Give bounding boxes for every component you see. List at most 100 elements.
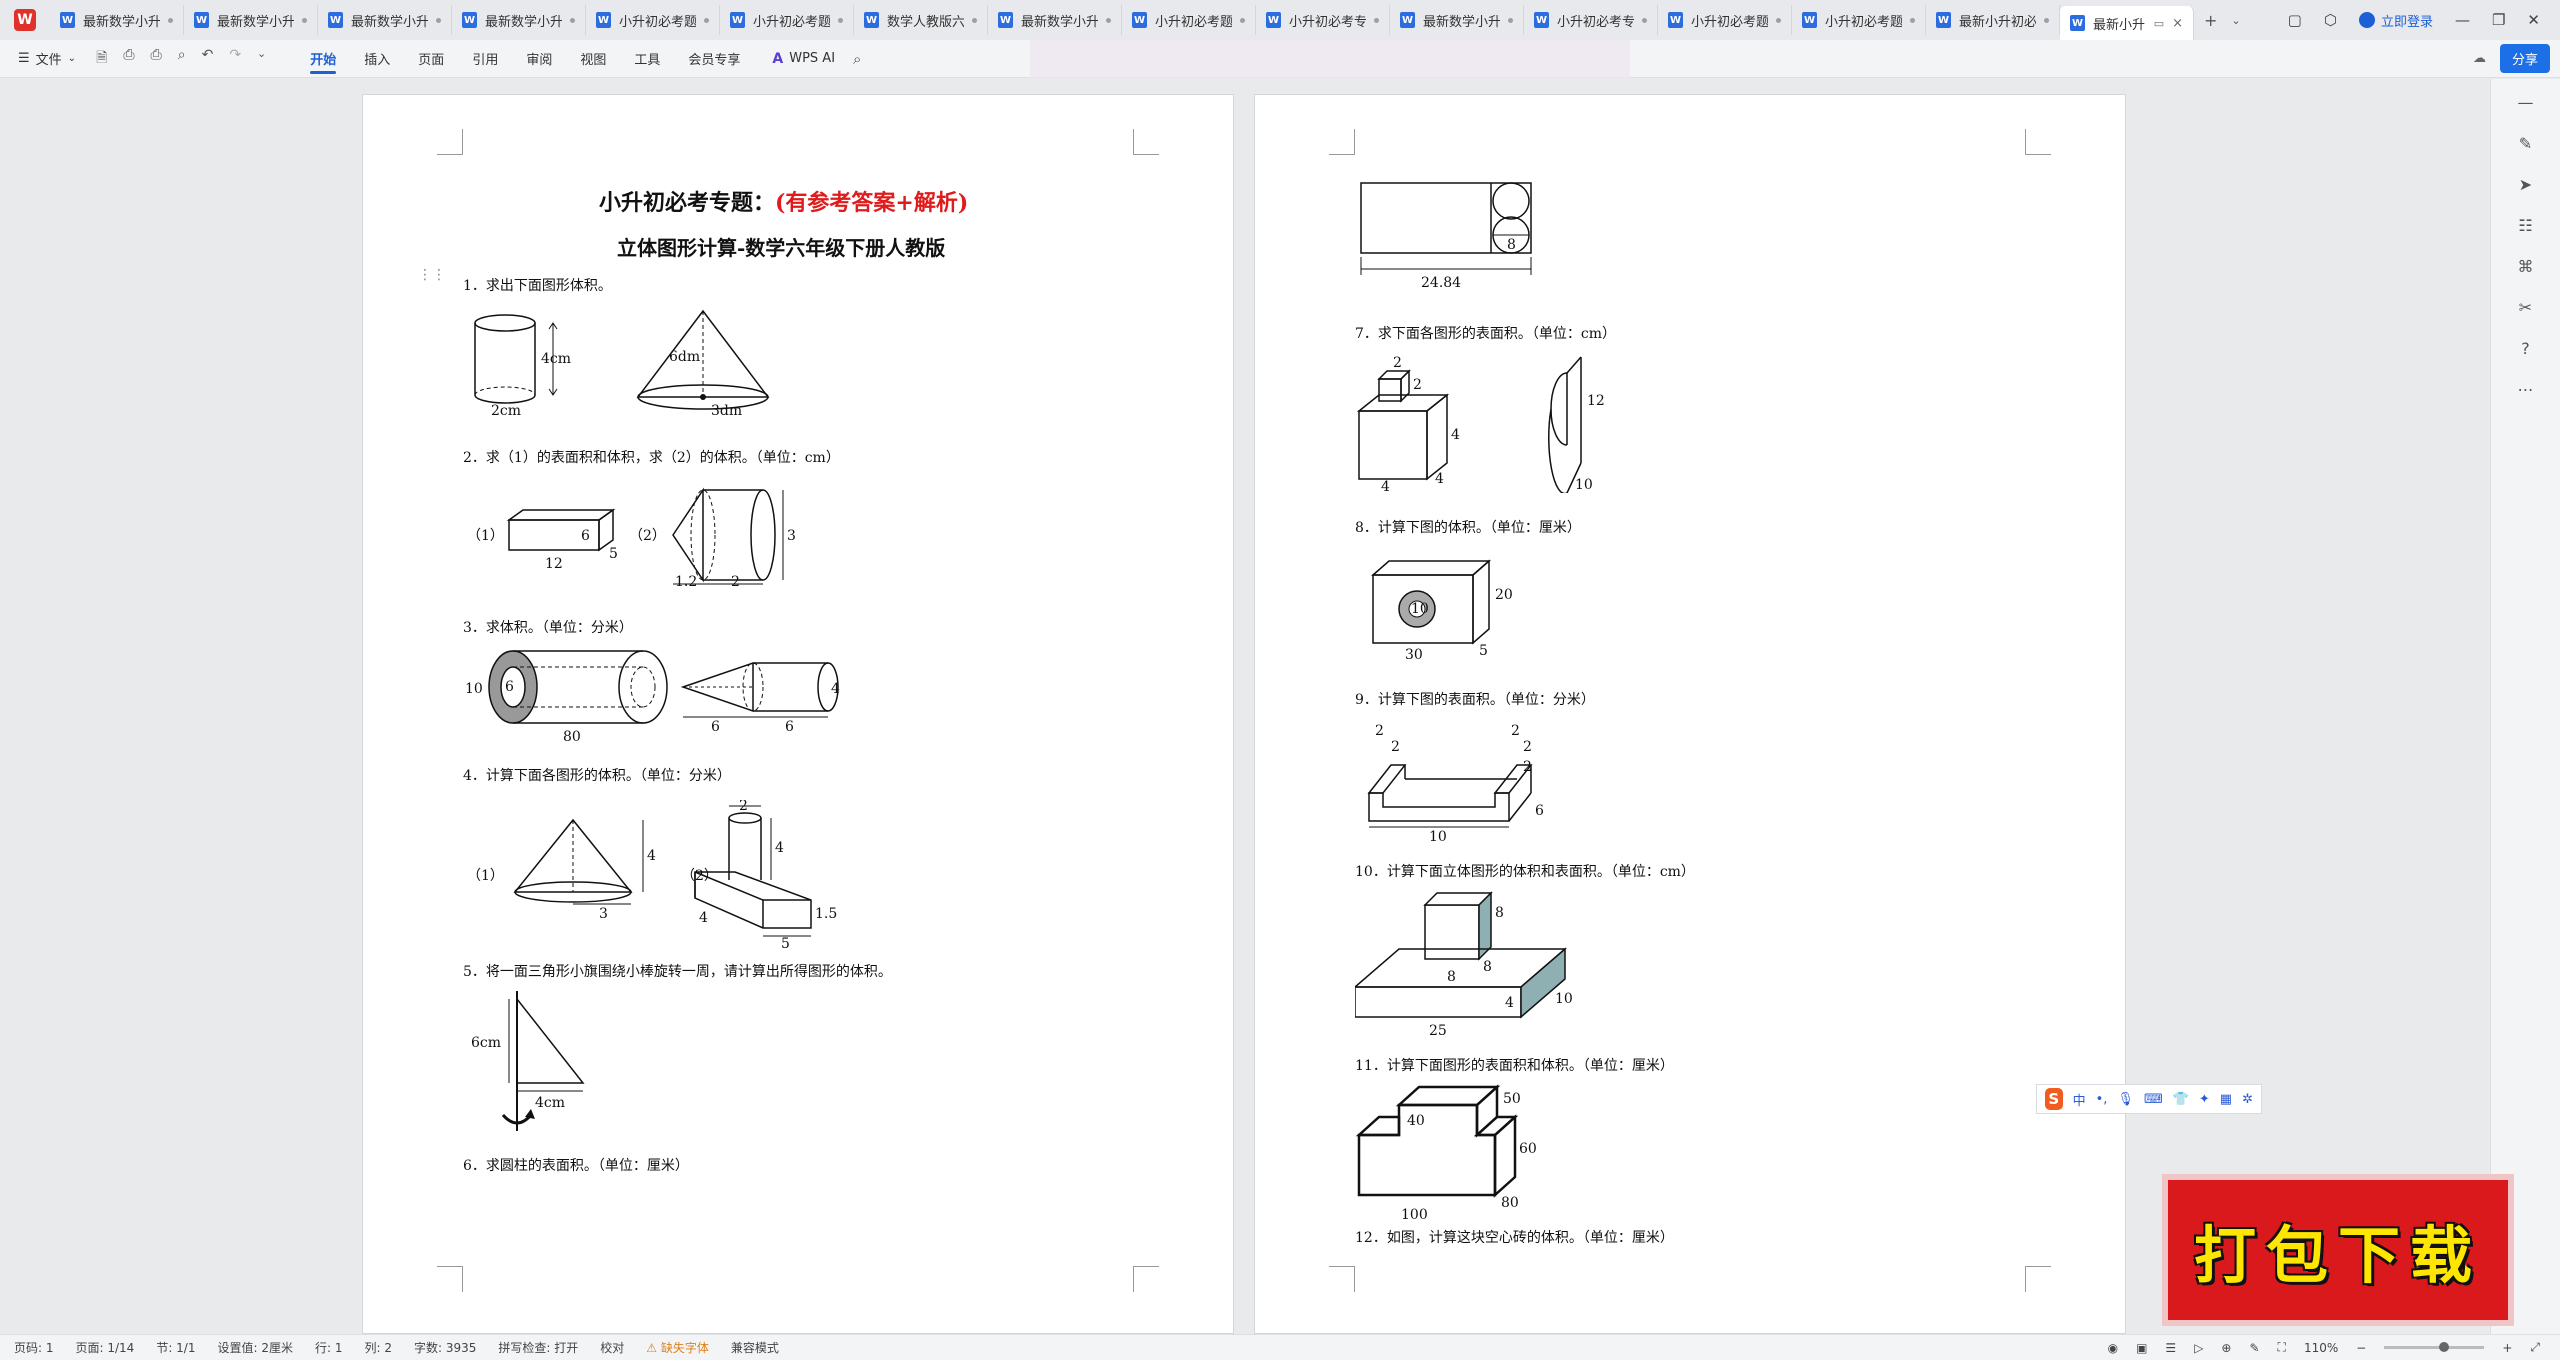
ribbon-menu-item[interactable]: 工具 bbox=[620, 40, 674, 78]
settings-icon[interactable]: ☷ bbox=[2518, 216, 2532, 235]
skin-icon[interactable]: 👕 bbox=[2173, 1092, 2189, 1107]
tab-item[interactable]: W 最新数学小升 bbox=[452, 5, 586, 35]
ribbon-menu-item[interactable]: 审阅 bbox=[512, 40, 566, 78]
eye-icon[interactable]: ◉ bbox=[2108, 1341, 2118, 1355]
edit-icon[interactable]: ✎ bbox=[2249, 1341, 2259, 1355]
game-icon[interactable]: ✦ bbox=[2199, 1092, 2210, 1107]
status-spell[interactable]: 拼写检查: 打开 bbox=[498, 1339, 578, 1356]
tab-item[interactable]: W 小升初必考题型 bbox=[1122, 5, 1256, 35]
zoom-slider[interactable] bbox=[2384, 1342, 2485, 1352]
zoom-level[interactable]: 110% bbox=[2304, 1341, 2338, 1355]
ribbon-menu-item[interactable]: 开始 bbox=[296, 40, 350, 78]
tab-item[interactable]: W 小升初必考专题 bbox=[1524, 5, 1658, 35]
settings-gear-icon[interactable]: ✲ bbox=[2242, 1092, 2253, 1107]
status-words[interactable]: 字数: 3935 bbox=[414, 1339, 476, 1356]
close-icon[interactable]: × bbox=[2172, 16, 2183, 31]
new-tab-icon[interactable]: + bbox=[2204, 11, 2217, 30]
grid-icon[interactable]: ▦ bbox=[2220, 1092, 2232, 1107]
status-page[interactable]: 页码: 1 bbox=[14, 1339, 54, 1356]
status-proof[interactable]: 校对 bbox=[600, 1339, 624, 1356]
outline-view-icon[interactable]: ☰ bbox=[2165, 1341, 2176, 1355]
redo-icon[interactable]: ↷ bbox=[229, 47, 241, 71]
ribbon-menu-item[interactable]: 页面 bbox=[404, 40, 458, 78]
tab-item[interactable]: W 小升初必考专题 bbox=[1256, 5, 1390, 35]
ime-toolbar[interactable]: S 中 •, 🎙 ⌨ 👕 ✦ ▦ ✲ bbox=[2036, 1084, 2262, 1114]
status-setting[interactable]: 设置值: 2厘米 bbox=[217, 1339, 293, 1356]
page-2[interactable]: 8 24.84 7．求下面各图形的表面积。（单位：cm） 2 2 4 4 4 1… bbox=[1254, 94, 2126, 1334]
export-pdf-icon[interactable]: ⎙ bbox=[123, 47, 134, 71]
status-bar: 页码: 1 页面: 1/14 节: 1/1 设置值: 2厘米 行: 1 列: 2… bbox=[0, 1334, 2560, 1360]
page-1[interactable]: 小升初必考专题：(有参考答案+解析) 立体图形计算-数学六年级下册人教版 1．求… bbox=[362, 94, 1234, 1334]
status-missing-font[interactable]: ⚠ 缺失字体 bbox=[646, 1339, 709, 1356]
play-icon[interactable]: ▷ bbox=[2194, 1341, 2203, 1355]
web-view-icon[interactable]: ⊕ bbox=[2221, 1341, 2231, 1355]
print-preview-icon[interactable]: ⌕ bbox=[178, 47, 186, 71]
zoom-out-icon[interactable]: − bbox=[2356, 1341, 2366, 1355]
chevron-down-icon: ⌄ bbox=[67, 53, 77, 64]
doc-icon: W bbox=[194, 12, 209, 28]
tab-item[interactable]: W 最新数学小升 bbox=[50, 5, 184, 35]
tab-item[interactable]: W 小升初必考题型 bbox=[586, 5, 720, 35]
tab-active[interactable]: W 最新小升 ▭ × bbox=[2060, 6, 2194, 40]
tab-item[interactable]: W 数学人教版六年 bbox=[854, 5, 988, 35]
page-view-icon[interactable]: ▣ bbox=[2136, 1341, 2147, 1355]
save-icon[interactable]: 🗎 bbox=[96, 47, 107, 71]
download-banner[interactable]: 打包下载 bbox=[2162, 1174, 2514, 1326]
fig3-len: 80 bbox=[563, 729, 581, 742]
fit-icon[interactable]: ⛶ bbox=[2278, 1340, 2286, 1355]
undo-icon[interactable]: ↶ bbox=[202, 47, 214, 71]
login-button[interactable]: 立即登录 bbox=[2358, 11, 2433, 30]
unsaved-dot-icon bbox=[838, 17, 843, 23]
punctuation-icon[interactable]: •, bbox=[2096, 1092, 2108, 1107]
unsaved-dot-icon bbox=[1508, 17, 1513, 23]
chevron-down-icon[interactable]: ⌄ bbox=[2231, 14, 2240, 27]
more-icon[interactable]: ⌄ bbox=[257, 47, 266, 71]
status-pages[interactable]: 页面: 1/14 bbox=[76, 1339, 135, 1356]
fig7-s3: 4 bbox=[1451, 427, 1460, 443]
tab-item[interactable]: W 最新小升初必 bbox=[1926, 5, 2060, 35]
restore-icon[interactable]: ❐ bbox=[2492, 11, 2505, 29]
ribbon-menu-item[interactable]: 引用 bbox=[458, 40, 512, 78]
zoom-in-icon[interactable]: + bbox=[2502, 1341, 2512, 1355]
search-icon[interactable]: ⌕ bbox=[853, 50, 861, 68]
print-icon[interactable]: ⎙ bbox=[151, 47, 162, 71]
fig10-c2: 8 bbox=[1483, 959, 1492, 975]
tab-item[interactable]: W 最新数学小升 bbox=[318, 5, 452, 35]
wps-ai-button[interactable]: A WPS AI bbox=[772, 51, 835, 67]
drag-handle-icon[interactable]: ⋮⋮ bbox=[418, 267, 446, 283]
tab-item[interactable]: W 小升初必考题型 bbox=[720, 5, 854, 35]
tab-item[interactable]: W 小升初必考题型 bbox=[1792, 5, 1926, 35]
tab-item[interactable]: W 小升初必考题型 bbox=[1658, 5, 1792, 35]
document-workspace[interactable]: 小升初必考专题：(有参考答案+解析) 立体图形计算-数学六年级下册人教版 1．求… bbox=[0, 79, 2490, 1334]
help-icon[interactable]: ? bbox=[2521, 339, 2530, 358]
minimize-icon[interactable]: — bbox=[2455, 11, 2470, 29]
keyboard-icon[interactable]: ⌨ bbox=[2144, 1092, 2163, 1107]
tab-item[interactable]: W 最新数学小升初 bbox=[184, 5, 318, 35]
mic-icon[interactable]: 🎙 bbox=[2117, 1092, 2134, 1107]
wps-logo[interactable]: W bbox=[0, 0, 50, 40]
tab-item[interactable]: W 最新数学小升 bbox=[1390, 5, 1524, 35]
share-button[interactable]: 分享 bbox=[2499, 44, 2550, 73]
close-window-icon[interactable]: ✕ bbox=[2527, 11, 2540, 29]
translate-icon[interactable]: ⌘ bbox=[2518, 257, 2534, 276]
cube-icon[interactable]: ⬡ bbox=[2324, 11, 2337, 29]
tab-item[interactable]: W 最新数学小升 bbox=[988, 5, 1122, 35]
ime-mode[interactable]: 中 bbox=[2073, 1090, 2086, 1109]
minus-icon[interactable]: — bbox=[2518, 93, 2534, 112]
cloud-icon[interactable]: ☁ bbox=[2473, 51, 2486, 66]
tools-icon[interactable]: ✂ bbox=[2519, 298, 2532, 317]
ribbon-menu-item[interactable]: 插入 bbox=[350, 40, 404, 78]
ribbon-menu-item[interactable]: 会员专享 bbox=[674, 40, 754, 78]
doc-icon: W bbox=[1936, 12, 1951, 28]
pen-icon[interactable]: ✎ bbox=[2519, 134, 2532, 153]
window-layout-icon[interactable]: ▢ bbox=[2288, 11, 2302, 29]
login-label: 立即登录 bbox=[2380, 14, 2433, 30]
select-icon[interactable]: ➤ bbox=[2519, 175, 2532, 194]
fullscreen-icon[interactable]: ⤢ bbox=[2530, 1340, 2540, 1355]
zoom-knob[interactable] bbox=[2439, 1342, 2450, 1352]
ribbon-menu-item[interactable]: 视图 bbox=[566, 40, 620, 78]
status-section[interactable]: 节: 1/1 bbox=[156, 1339, 195, 1356]
file-menu[interactable]: ☰ 文件 ⌄ bbox=[18, 49, 76, 68]
tab-label: 小升初必考题型 bbox=[1825, 14, 1902, 30]
more-options-icon[interactable]: ⋯ bbox=[2518, 380, 2534, 399]
